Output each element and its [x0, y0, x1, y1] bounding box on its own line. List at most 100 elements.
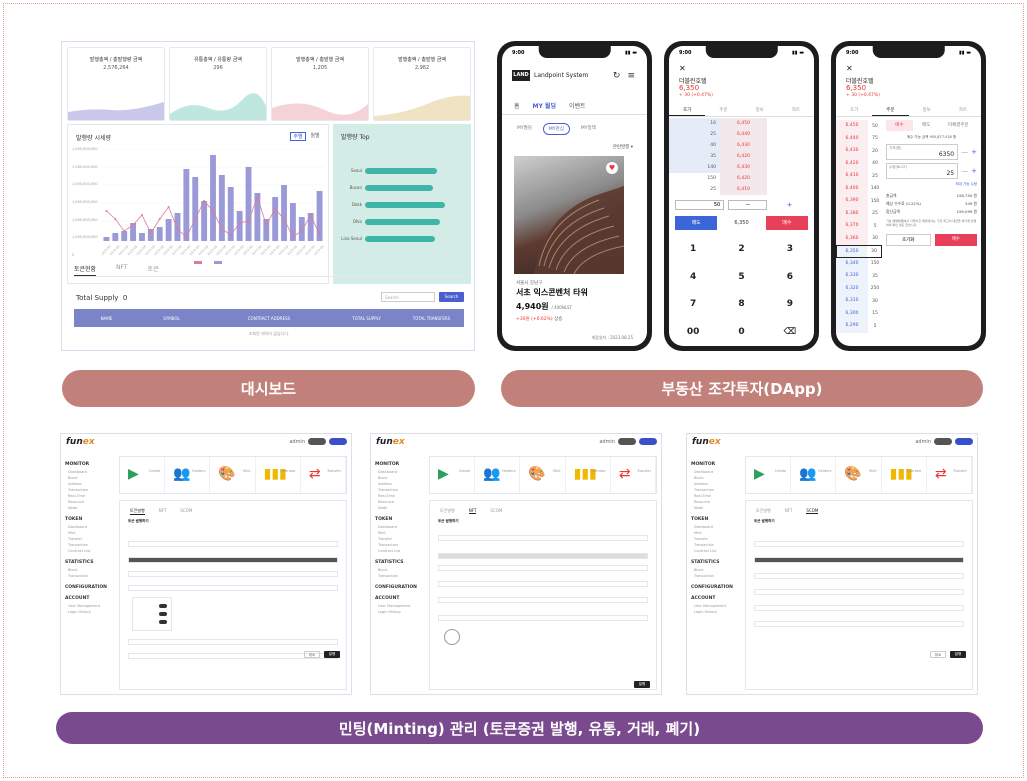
stat-card[interactable]: 👥 Holders — [791, 457, 837, 493]
logout-button[interactable] — [934, 438, 952, 445]
mini-orderbook-row[interactable]: 6,350 30 — [836, 245, 882, 258]
form-field[interactable] — [754, 621, 964, 627]
form-field[interactable] — [438, 565, 648, 571]
stat-card[interactable]: 🎨 Mint — [520, 457, 566, 493]
qty-input[interactable]: 수량(NLST) 25 — [886, 163, 959, 179]
mini-orderbook-row[interactable]: 6,380 25 — [836, 207, 882, 220]
mini-orderbook-row[interactable]: 6,420 40 — [836, 157, 882, 170]
tab-info[interactable]: 정보 — [742, 105, 778, 116]
toggle-switch[interactable] — [159, 620, 167, 624]
orderbook-row[interactable]: 16 6,450 — [669, 118, 814, 129]
form-field[interactable] — [438, 581, 648, 587]
buy-button[interactable]: 매수 — [765, 216, 808, 230]
stat-card[interactable]: ▮▮▮ Operator — [882, 457, 927, 493]
tab-chart[interactable]: 차트 — [778, 105, 814, 116]
form-field[interactable] — [754, 541, 964, 547]
orderbook-row[interactable]: 150 6,420 — [669, 173, 814, 184]
mini-orderbook-row[interactable]: 6,400 140 — [836, 182, 882, 195]
mini-orderbook-row[interactable]: 6,320 250 — [836, 282, 882, 295]
keypad-key[interactable]: 4 — [669, 264, 717, 292]
settings-button[interactable] — [329, 438, 347, 445]
stat-card[interactable]: 👥 Holders — [165, 457, 211, 493]
keypad-key[interactable]: ⌫ — [766, 319, 814, 347]
form-field[interactable] — [128, 541, 338, 547]
stat-card[interactable]: ▮▮▮ Operator — [256, 457, 301, 493]
keypad-key[interactable]: 2 — [717, 236, 765, 264]
admin-tab[interactable]: SCOM — [490, 508, 502, 514]
refresh-icon[interactable]: ↻ — [613, 71, 621, 81]
form-field[interactable] — [754, 557, 964, 563]
orderbook-row[interactable]: 25 6,410 — [669, 184, 814, 195]
form-field[interactable] — [754, 589, 964, 595]
tab-nft[interactable]: NFT — [116, 264, 128, 276]
form-field[interactable] — [128, 639, 338, 645]
price-input[interactable]: 가격(원) 6350 — [886, 144, 959, 160]
form-field[interactable] — [438, 553, 648, 559]
sidebar-item[interactable]: Node — [691, 505, 741, 511]
stat-card[interactable]: ▶ Create — [746, 457, 792, 493]
issue-button[interactable]: 발행 — [634, 681, 650, 688]
keypad-key[interactable]: 9 — [766, 291, 814, 319]
orderbook-row[interactable]: 35 6,420 — [669, 151, 814, 162]
sell-button[interactable]: 매도 — [675, 216, 718, 230]
admin-tab[interactable]: NFT — [159, 508, 167, 515]
close-icon[interactable]: ✕ — [679, 64, 686, 73]
max-qty-link[interactable]: 최대 가능 수량 — [886, 182, 977, 187]
search-button[interactable]: Search — [439, 292, 464, 302]
tab-orderbook[interactable]: 호가 — [669, 105, 706, 116]
mini-orderbook-row[interactable]: 6,370 5 — [836, 220, 882, 233]
form-field[interactable] — [128, 557, 338, 563]
mini-orderbook-row[interactable]: 6,440 75 — [836, 132, 882, 145]
sidebar-item[interactable]: Transaction — [375, 573, 425, 579]
subtab-policy[interactable]: MY정책 — [576, 123, 601, 135]
qty-minus-button[interactable]: — — [728, 200, 768, 210]
tab-my-holding[interactable]: MY 월딩 — [533, 101, 556, 110]
keypad-key[interactable]: 3 — [766, 236, 814, 264]
price-plus-icon[interactable]: + — [971, 148, 977, 156]
form-field[interactable] — [128, 585, 338, 591]
orderbook-row[interactable]: 40 6,430 — [669, 140, 814, 151]
logout-button[interactable] — [618, 438, 636, 445]
tab-token[interactable]: 토큰 — [148, 264, 159, 276]
tab-info[interactable]: 정보 — [909, 105, 945, 116]
tab-token-status[interactable]: 토큰현황 — [74, 264, 97, 276]
stat-card[interactable]: ▶ Create — [120, 457, 166, 493]
menu-icon[interactable]: ≡ — [627, 71, 635, 81]
admin-tab[interactable]: 토큰발행 — [440, 508, 455, 514]
keypad-key[interactable]: 00 — [669, 319, 717, 347]
sidebar-item[interactable]: Node — [375, 505, 425, 511]
tab-chart[interactable]: 차트 — [945, 105, 981, 116]
sidebar-item[interactable]: Contract List — [691, 548, 741, 554]
sidebar-item[interactable]: Login History — [375, 609, 425, 615]
subtab-interest[interactable]: MY관심 — [542, 123, 570, 135]
sidebar-item[interactable]: Login History — [691, 609, 741, 615]
keypad-key[interactable]: 1 — [669, 236, 717, 264]
form-field[interactable] — [438, 615, 648, 621]
issue-button[interactable]: 발행 — [950, 651, 966, 658]
issue-button[interactable]: 발행 — [324, 651, 340, 658]
price-minus-icon[interactable]: — — [961, 148, 968, 156]
subtab-holding[interactable]: MY월딩 — [512, 123, 537, 135]
stat-card[interactable]: 🎨 Mint — [210, 457, 256, 493]
sidebar-item[interactable]: Transaction — [65, 573, 115, 579]
mini-orderbook-row[interactable]: 6,330 35 — [836, 270, 882, 283]
mini-orderbook-row[interactable]: 6,340 150 — [836, 257, 882, 270]
settings-button[interactable] — [639, 438, 657, 445]
toggle-weekly[interactable]: 주별 — [290, 132, 306, 141]
mini-orderbook-row[interactable]: 6,430 20 — [836, 145, 882, 158]
keypad-key[interactable]: 6 — [766, 264, 814, 292]
reset-button[interactable]: 초기화 — [886, 233, 931, 246]
admin-tab[interactable]: SCOM — [806, 508, 819, 514]
mini-orderbook-row[interactable]: 6,360 30 — [836, 232, 882, 245]
toggle-switch[interactable] — [159, 604, 167, 608]
stat-card[interactable]: ⇄ Transfer — [927, 457, 973, 493]
favorite-heart-icon[interactable]: ♥ — [606, 162, 618, 174]
mini-orderbook-row[interactable]: 6,450 50 — [836, 120, 882, 133]
order-tab-buy[interactable]: 매수 — [886, 120, 913, 131]
orderbook-row[interactable]: 25 6,440 — [669, 129, 814, 140]
sort-filter[interactable]: 관련발행 ▾ — [613, 144, 633, 150]
tab-order[interactable]: 주문 — [705, 105, 741, 116]
close-icon[interactable]: ✕ — [846, 64, 853, 73]
buy-button[interactable]: 매수 — [934, 233, 977, 246]
stat-card[interactable]: ⇄ Transfer — [301, 457, 347, 493]
